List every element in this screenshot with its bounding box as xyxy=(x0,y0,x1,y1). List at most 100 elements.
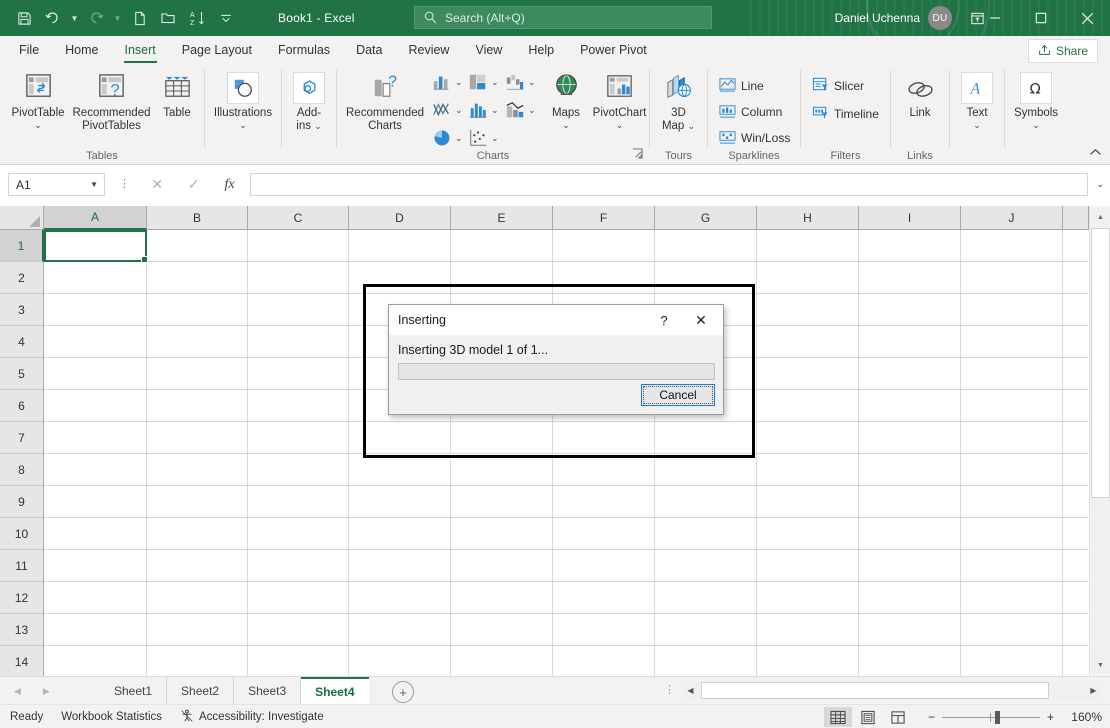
3d-map-button[interactable]: 3D Map ⌄ xyxy=(650,68,707,133)
chevron-down-icon[interactable]: ⌄ xyxy=(314,121,322,131)
tab-home[interactable]: Home xyxy=(52,36,111,64)
previous-sheet-icon[interactable]: ◀ xyxy=(14,686,21,697)
chevron-down-icon[interactable]: ⌄ xyxy=(455,105,463,115)
zoom-out-button[interactable]: − xyxy=(928,710,935,724)
close-button[interactable] xyxy=(1064,0,1110,36)
sparkline-column-button[interactable]: Column xyxy=(719,102,782,122)
chevron-down-icon[interactable]: ⌄ xyxy=(491,105,499,115)
chevron-down-icon[interactable]: ▼ xyxy=(90,180,98,189)
sheet-tab-sheet4[interactable]: Sheet4 xyxy=(301,677,368,705)
sheet-bar-resizer[interactable]: ⋮ xyxy=(664,686,675,695)
row-header-8[interactable]: 8 xyxy=(0,454,44,486)
chevron-down-icon[interactable]: ⌄ xyxy=(528,77,536,87)
pivotchart-button[interactable]: PivotChart ⌄ xyxy=(590,68,649,130)
accessibility-button[interactable]: Accessibility: Investigate xyxy=(180,709,324,726)
row-header-9[interactable]: 9 xyxy=(0,486,44,518)
collapse-ribbon-icon[interactable] xyxy=(1089,148,1102,160)
view-normal-button[interactable] xyxy=(824,707,852,727)
expand-formula-bar-icon[interactable]: ⌄ xyxy=(1096,179,1104,190)
illustrations-button[interactable]: Illustrations ⌄ xyxy=(205,68,281,130)
tab-review[interactable]: Review xyxy=(395,36,462,64)
row-header-14[interactable]: 14 xyxy=(0,646,44,678)
chevron-down-icon[interactable]: ⌄ xyxy=(491,77,499,87)
addins-button[interactable]: Add- ins ⌄ xyxy=(282,68,336,133)
chevron-down-icon[interactable]: ⌄ xyxy=(973,120,981,130)
close-icon[interactable]: ✕ xyxy=(683,305,719,335)
chevron-down-icon[interactable]: ⌄ xyxy=(616,120,624,130)
tab-page-layout[interactable]: Page Layout xyxy=(169,36,265,64)
new-icon[interactable] xyxy=(125,4,153,32)
row-header-11[interactable]: 11 xyxy=(0,550,44,582)
text-button[interactable]: A Text ⌄ xyxy=(950,68,1004,130)
link-button[interactable]: Link xyxy=(891,68,949,120)
combo-chart-button[interactable]: ⌄ xyxy=(505,100,536,120)
row-header-6[interactable]: 6 xyxy=(0,390,44,422)
recommended-charts-button[interactable]: ? Recommended Charts xyxy=(343,68,427,133)
chevron-down-icon[interactable]: ⌄ xyxy=(1032,120,1040,130)
chevron-down-icon[interactable]: ⌄ xyxy=(239,120,247,130)
active-cell-a1[interactable] xyxy=(44,230,147,262)
row-header-12[interactable]: 12 xyxy=(0,582,44,614)
name-box[interactable]: A1 ▼ xyxy=(8,173,105,196)
redo-icon[interactable] xyxy=(82,4,110,32)
row-header-3[interactable]: 3 xyxy=(0,294,44,326)
tab-help[interactable]: Help xyxy=(515,36,567,64)
view-page-break-button[interactable] xyxy=(884,707,912,727)
scroll-left-icon[interactable]: ◀ xyxy=(682,681,699,700)
cancel-formula-icon[interactable]: ✕ xyxy=(151,176,163,193)
sparkline-line-button[interactable]: Line xyxy=(719,76,764,96)
maps-button[interactable]: Maps ⌄ xyxy=(542,68,590,130)
column-header-a[interactable]: A xyxy=(44,206,147,230)
tab-power-pivot[interactable]: Power Pivot xyxy=(567,36,660,64)
enter-formula-icon[interactable]: ✓ xyxy=(188,176,200,193)
row-header-13[interactable]: 13 xyxy=(0,614,44,646)
hierarchy-chart-button[interactable]: ⌄ xyxy=(468,72,499,92)
next-sheet-icon[interactable]: ▶ xyxy=(43,686,50,697)
row-header-4[interactable]: 4 xyxy=(0,326,44,358)
column-header-k[interactable] xyxy=(1063,206,1089,230)
chevron-down-icon[interactable]: ⌄ xyxy=(562,120,570,130)
select-all-corner[interactable] xyxy=(0,206,44,230)
waterfall-chart-button[interactable]: ⌄ xyxy=(505,72,536,92)
scroll-right-icon[interactable]: ▶ xyxy=(1085,681,1102,700)
undo-dropdown-icon[interactable]: ▼ xyxy=(68,4,81,32)
share-button[interactable]: Share xyxy=(1028,39,1098,63)
maximize-button[interactable] xyxy=(1018,0,1064,36)
cancel-button[interactable]: Cancel xyxy=(641,384,715,406)
vertical-scrollbar-thumb[interactable] xyxy=(1091,228,1110,498)
chevron-down-icon[interactable]: ⌄ xyxy=(455,133,463,143)
view-page-layout-button[interactable] xyxy=(854,707,882,727)
sheet-tab-sheet3[interactable]: Sheet3 xyxy=(234,677,301,705)
sparkline-winloss-button[interactable]: Win/Loss xyxy=(719,128,790,148)
statistic-chart-button[interactable]: ⌄ xyxy=(468,100,499,120)
column-header-f[interactable]: F xyxy=(553,206,655,230)
sort-az-icon[interactable]: AZ xyxy=(183,4,211,32)
insert-function-icon[interactable]: fx xyxy=(224,177,234,193)
column-header-h[interactable]: H xyxy=(757,206,859,230)
horizontal-scrollbar[interactable]: ◀ ▶ xyxy=(682,681,1102,700)
column-header-d[interactable]: D xyxy=(349,206,451,230)
charts-dialog-launcher-icon[interactable] xyxy=(632,148,643,162)
recommended-pivot-tables-button[interactable]: ? Recommended PivotTables xyxy=(70,68,153,133)
vertical-scrollbar[interactable]: ▲ ▼ xyxy=(1089,206,1110,676)
zoom-in-button[interactable]: + xyxy=(1047,710,1054,724)
column-header-j[interactable]: J xyxy=(961,206,1063,230)
column-chart-button[interactable]: ⌄ xyxy=(432,72,463,92)
chevron-down-icon[interactable]: ⌄ xyxy=(528,105,536,115)
pivot-table-button[interactable]: PivotTable ⌄ xyxy=(6,68,70,130)
table-button[interactable]: Table xyxy=(155,68,199,120)
chevron-down-icon[interactable]: ⌄ xyxy=(34,120,42,130)
account-area[interactable]: Daniel Uchenna DU xyxy=(835,0,952,36)
symbols-button[interactable]: Ω Symbols ⌄ xyxy=(1005,68,1067,130)
slicer-button[interactable]: Slicer xyxy=(812,76,864,96)
zoom-slider[interactable] xyxy=(942,717,1040,718)
sheet-tab-sheet1[interactable]: Sheet1 xyxy=(100,677,167,705)
help-icon[interactable]: ? xyxy=(651,305,677,335)
zoom-slider-thumb[interactable] xyxy=(995,711,1000,724)
chevron-down-icon[interactable]: ⌄ xyxy=(491,133,499,143)
tab-insert[interactable]: Insert xyxy=(112,36,169,64)
workbook-statistics-button[interactable]: Workbook Statistics xyxy=(61,711,162,723)
row-header-7[interactable]: 7 xyxy=(0,422,44,454)
chevron-down-icon[interactable]: ⌄ xyxy=(688,121,696,131)
scroll-down-icon[interactable]: ▼ xyxy=(1091,656,1110,674)
